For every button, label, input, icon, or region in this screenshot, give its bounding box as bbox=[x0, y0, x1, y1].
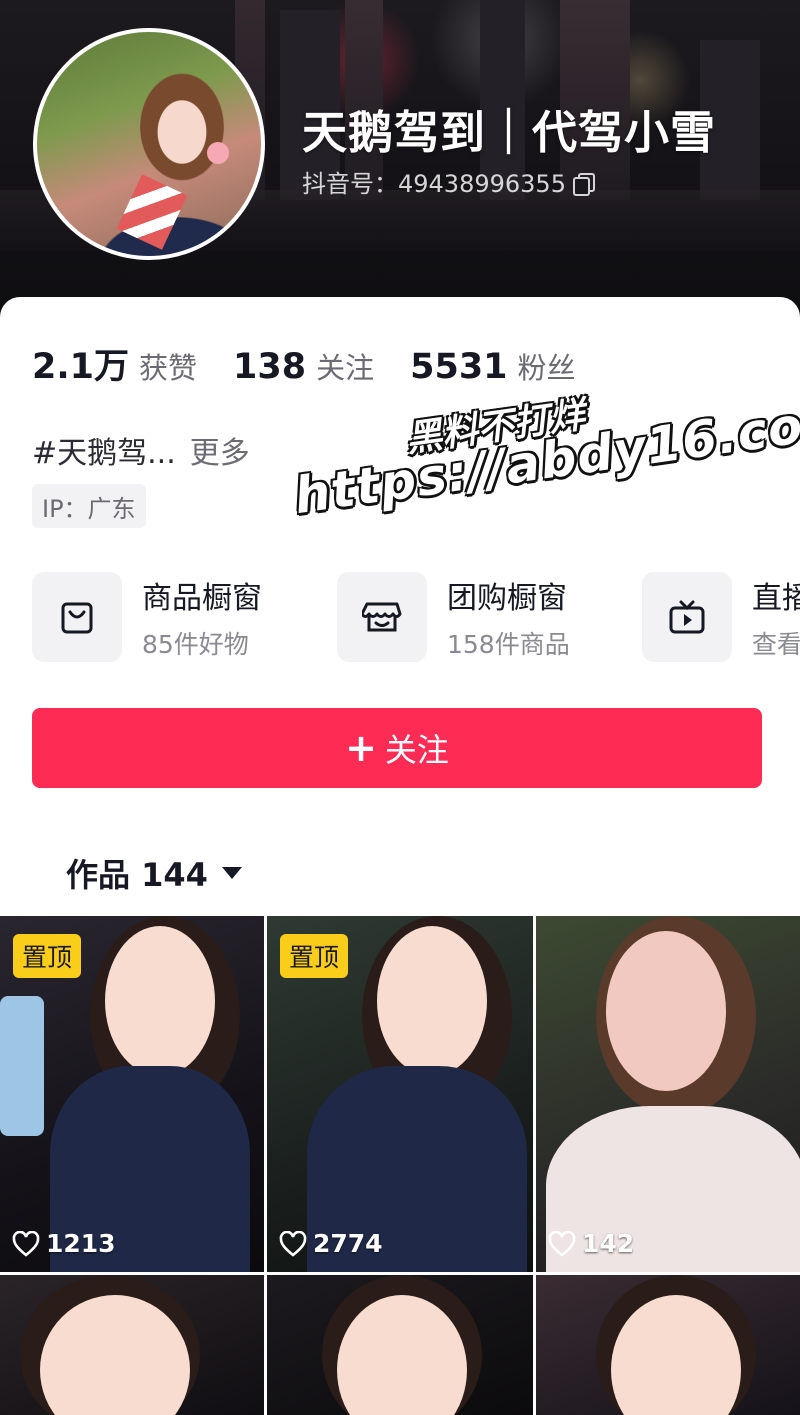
group-buy-entry[interactable]: 团购橱窗 158件商品 bbox=[337, 572, 570, 662]
video-likes: 2774 bbox=[279, 1229, 383, 1258]
video-likes: 142 bbox=[548, 1229, 634, 1258]
caret-down-icon bbox=[221, 867, 242, 879]
storefront-icon bbox=[337, 572, 427, 662]
stat-likes-count: 2.1万 bbox=[32, 347, 130, 387]
stat-following-label: 关注 bbox=[316, 351, 375, 385]
video-thumbnail[interactable] bbox=[0, 1275, 264, 1415]
avatar-flower bbox=[207, 142, 229, 164]
ip-location-tag: IP：广东 bbox=[32, 484, 146, 528]
live-subtitle: 查看 bbox=[752, 630, 800, 659]
bio-text: #天鹅驾... bbox=[32, 436, 176, 471]
plus-icon: + bbox=[345, 726, 377, 770]
shopping-bag-icon bbox=[32, 572, 122, 662]
douyin-id: 抖音号：49438996355 bbox=[302, 164, 595, 199]
pinned-badge: 置顶 bbox=[13, 934, 82, 978]
stat-followers-label: 粉丝 bbox=[517, 351, 576, 385]
heart-icon bbox=[12, 1230, 40, 1257]
video-likes-count: 1213 bbox=[46, 1229, 116, 1258]
stat-likes-label: 获赞 bbox=[139, 351, 198, 385]
stat-following-count: 138 bbox=[233, 347, 307, 387]
video-thumbnail[interactable]: 置顶 1213 bbox=[0, 916, 264, 1272]
avatar[interactable] bbox=[33, 28, 265, 260]
thumbnail-face bbox=[606, 931, 726, 1091]
follow-button[interactable]: + 关注 bbox=[32, 708, 762, 788]
thumbnail-phone bbox=[0, 996, 44, 1136]
video-thumbnail[interactable]: 置顶 2774 bbox=[267, 916, 533, 1272]
stat-followers[interactable]: 5531 粉丝 bbox=[410, 345, 575, 387]
stat-following[interactable]: 138 关注 bbox=[233, 345, 374, 387]
live-title: 直播 bbox=[752, 581, 800, 616]
stat-likes[interactable]: 2.1万 获赞 bbox=[32, 338, 197, 389]
stat-followers-count: 5531 bbox=[410, 347, 508, 387]
stats-row: 2.1万 获赞 138 关注 5531 粉丝 bbox=[32, 338, 612, 389]
video-thumbnail[interactable]: 142 bbox=[536, 916, 800, 1272]
profile-header: 天鹅驾到｜代驾小雪 抖音号：49438996355 bbox=[0, 0, 800, 320]
video-likes: 1213 bbox=[12, 1229, 116, 1258]
copy-icon[interactable] bbox=[572, 171, 595, 196]
tv-icon bbox=[642, 572, 732, 662]
group-buy-title: 团购橱窗 bbox=[447, 581, 567, 616]
video-likes-count: 2774 bbox=[313, 1229, 383, 1258]
tab-works[interactable]: 作品 144 bbox=[66, 850, 242, 896]
shop-window-subtitle: 85件好物 bbox=[142, 630, 249, 659]
bio: #天鹅驾... 更多 bbox=[32, 428, 250, 472]
nickname: 天鹅驾到｜代驾小雪 bbox=[302, 106, 717, 159]
live-entry[interactable]: 直播 查看 bbox=[642, 572, 800, 662]
tab-works-label: 作品 144 bbox=[66, 856, 208, 894]
heart-icon bbox=[548, 1230, 576, 1257]
heart-icon bbox=[279, 1230, 307, 1257]
group-buy-subtitle: 158件商品 bbox=[447, 630, 570, 659]
avatar-scarf bbox=[116, 174, 188, 250]
thumbnail-face bbox=[377, 926, 487, 1076]
follow-button-label: 关注 bbox=[384, 731, 449, 769]
bio-more-link[interactable]: 更多 bbox=[190, 436, 250, 471]
video-likes-count: 142 bbox=[582, 1229, 635, 1258]
pinned-badge: 置顶 bbox=[280, 934, 349, 978]
thumbnail-face bbox=[105, 926, 215, 1076]
video-thumbnail[interactable] bbox=[536, 1275, 800, 1415]
shop-window-entry[interactable]: 商品橱窗 85件好物 bbox=[32, 572, 262, 662]
douyin-id-text: 抖音号：49438996355 bbox=[302, 170, 566, 198]
shop-window-title: 商品橱窗 bbox=[142, 581, 262, 616]
video-thumbnail[interactable] bbox=[267, 1275, 533, 1415]
